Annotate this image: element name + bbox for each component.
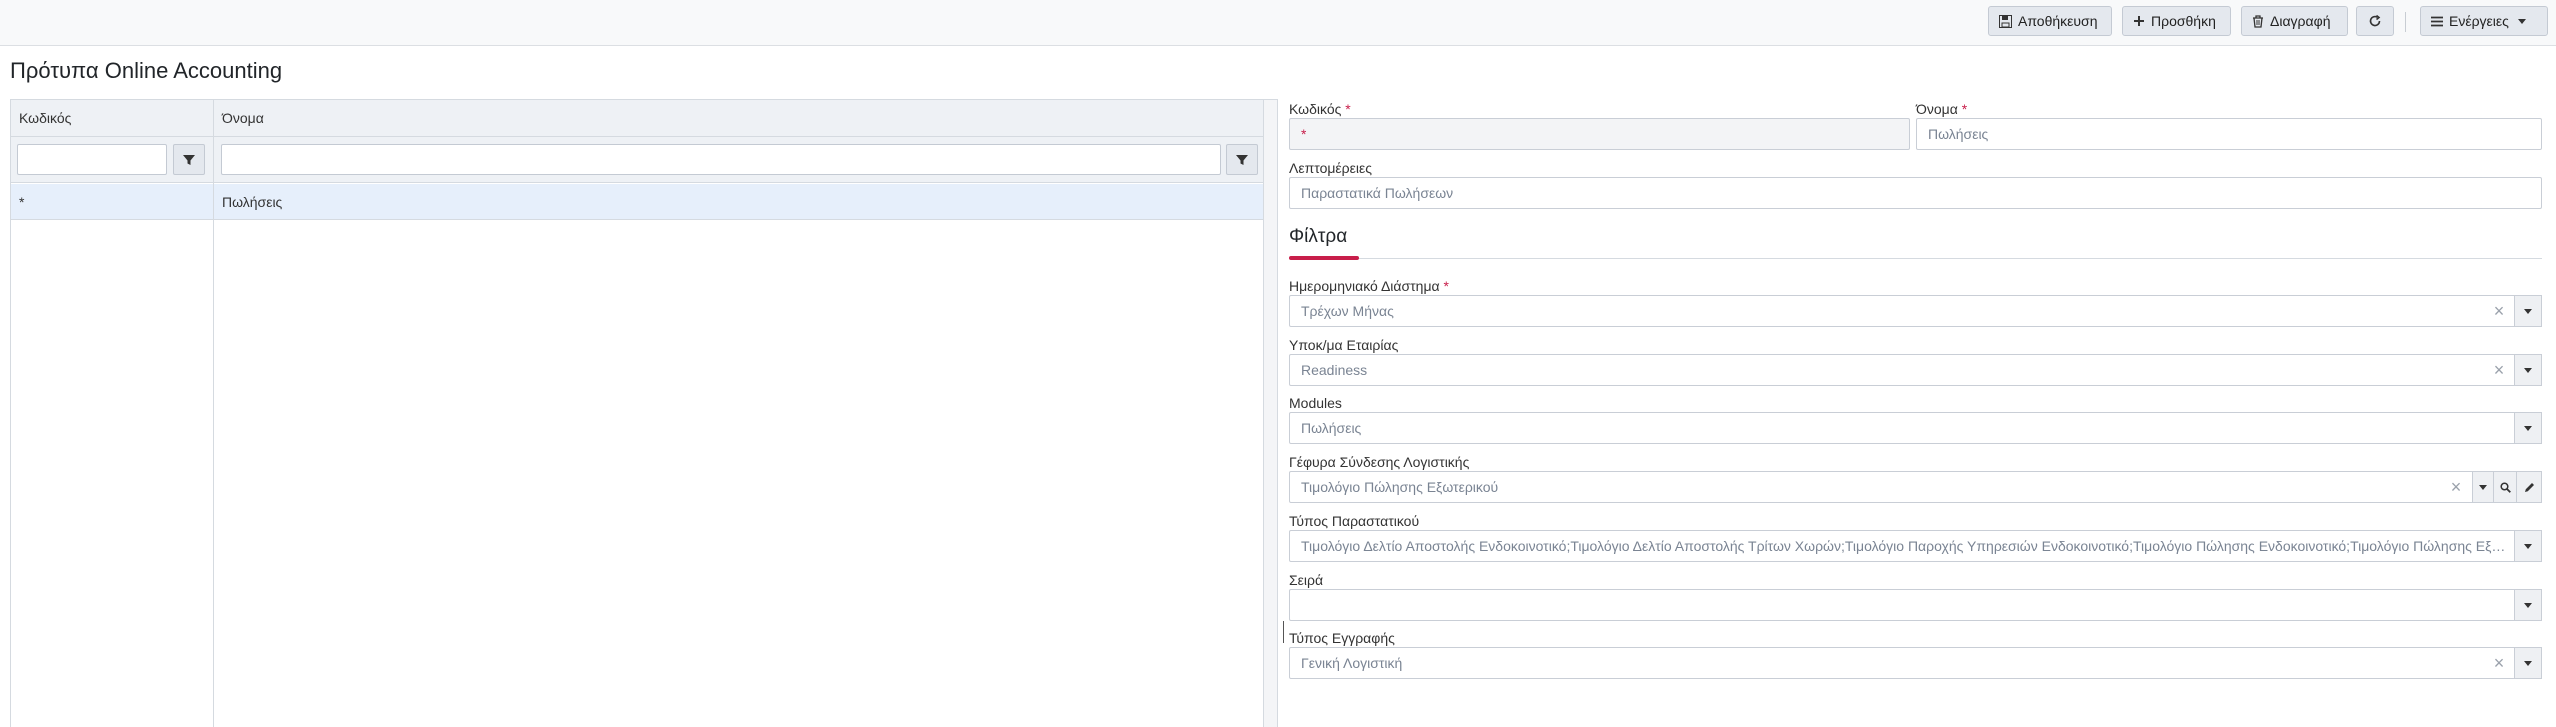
code-filter-input[interactable] <box>17 144 167 175</box>
code-label: Κωδικός * <box>1289 101 1351 117</box>
pencil-icon <box>2524 482 2534 492</box>
column-header-name[interactable]: Όνομα <box>214 100 1263 137</box>
details-field[interactable]: Παραστατικά Πωλήσεων <box>1289 177 2542 209</box>
templates-grid: Κωδικός Όνομα * Πωλήσεις <box>10 99 1278 727</box>
chevron-down-icon <box>2524 425 2532 431</box>
search-icon <box>2499 481 2511 493</box>
refresh-button[interactable] <box>2356 6 2394 36</box>
chevron-down-icon <box>2524 367 2532 373</box>
add-button[interactable]: Προσθήκη <box>2122 6 2231 36</box>
series-label: Σειρά <box>1289 572 1324 588</box>
clear-icon[interactable]: × <box>2491 296 2507 326</box>
refresh-icon <box>2369 14 2381 27</box>
code-field-value: * <box>1301 126 1307 142</box>
actions-dropdown-button[interactable]: Ενέργειες <box>2420 6 2548 36</box>
save-button-label: Αποθήκευση <box>2018 13 2098 29</box>
dropdown-button[interactable] <box>2514 295 2542 327</box>
plus-icon <box>2134 16 2144 26</box>
top-toolbar: Αποθήκευση Προσθήκη Διαγραφή Ενέργειες <box>0 0 2556 46</box>
search-button[interactable] <box>2493 471 2517 503</box>
floppy-disk-icon <box>1999 14 2012 28</box>
panel-splitter[interactable] <box>1277 99 1278 727</box>
details-label: Λεπτομέρειες <box>1289 160 1372 176</box>
dropdown-button[interactable] <box>2514 647 2542 679</box>
splitter-handle[interactable] <box>1283 621 1284 643</box>
modules-select[interactable]: Πωλήσεις <box>1289 412 2542 444</box>
dropdown-button[interactable] <box>2514 589 2542 621</box>
clear-icon[interactable]: × <box>2491 648 2507 678</box>
table-row[interactable]: * Πωλήσεις <box>11 184 1263 220</box>
details-field-value: Παραστατικά Πωλήσεων <box>1301 185 1454 201</box>
code-filter-button[interactable] <box>173 144 205 175</box>
chevron-down-icon <box>2524 602 2532 608</box>
code-field[interactable]: * <box>1289 118 1910 150</box>
filter-icon <box>1236 154 1248 165</box>
series-value <box>1301 590 2501 620</box>
document-type-select[interactable]: Τιμολόγιο Δελτίο Αποστολής Ενδοκοινοτικό… <box>1289 530 2542 562</box>
modules-value: Πωλήσεις <box>1301 420 1362 436</box>
name-label: Όνομα * <box>1916 101 1968 117</box>
document-type-label: Τύπος Παραστατικού <box>1289 513 1420 529</box>
document-type-value: Τιμολόγιο Δελτίο Αποστολής Ενδοκοινοτικό… <box>1301 538 2511 554</box>
series-select[interactable] <box>1289 589 2542 621</box>
cell-name: Πωλήσεις <box>222 194 283 210</box>
dropdown-button[interactable] <box>2514 354 2542 386</box>
edit-button[interactable] <box>2516 471 2542 503</box>
filter-icon <box>183 154 195 165</box>
company-branch-select[interactable]: Readiness × <box>1289 354 2542 386</box>
section-accent-bar <box>1289 256 1359 260</box>
chevron-down-icon <box>2524 660 2532 666</box>
name-field-value: Πωλήσεις <box>1928 126 1989 142</box>
accounting-bridge-select[interactable]: Τιμολόγιο Πώλησης Εξωτερικού × <box>1289 471 2542 503</box>
accounting-bridge-value: Τιμολόγιο Πώλησης Εξωτερικού <box>1301 479 1499 495</box>
section-divider <box>1289 258 2542 259</box>
add-button-label: Προσθήκη <box>2151 13 2216 29</box>
actions-button-label: Ενέργειες <box>2449 13 2509 29</box>
menu-icon <box>2431 16 2443 26</box>
date-range-select[interactable]: Τρέχων Μήνας × <box>1289 295 2542 327</box>
save-button[interactable]: Αποθήκευση <box>1988 6 2112 36</box>
entry-type-select[interactable]: Γενική Λογιστική × <box>1289 647 2542 679</box>
company-branch-value: Readiness <box>1301 362 1368 378</box>
dropdown-button[interactable] <box>2514 412 2542 444</box>
cell-code: * <box>19 194 25 210</box>
name-filter-button[interactable] <box>1226 144 1258 175</box>
name-field[interactable]: Πωλήσεις <box>1916 118 2542 150</box>
accounting-bridge-label: Γέφυρα Σύνδεσης Λογιστικής <box>1289 454 1470 470</box>
name-filter-input[interactable] <box>221 144 1221 175</box>
delete-button-label: Διαγραφή <box>2270 13 2331 29</box>
trash-icon <box>2253 14 2263 28</box>
column-header-code[interactable]: Κωδικός <box>11 100 213 137</box>
modules-label: Modules <box>1289 395 1342 411</box>
company-branch-label: Υποκ/μα Εταιρίας <box>1289 337 1399 353</box>
delete-button[interactable]: Διαγραφή <box>2241 6 2348 36</box>
page-title: Πρότυπα Online Accounting <box>10 58 283 83</box>
grid-scrollbar[interactable] <box>1263 100 1278 727</box>
chevron-down-icon <box>2479 484 2487 490</box>
grid-filter-row <box>11 137 1263 183</box>
clear-icon[interactable]: × <box>2448 472 2464 502</box>
dropdown-button[interactable] <box>2514 530 2542 562</box>
toolbar-divider <box>2405 12 2406 32</box>
column-divider <box>213 100 214 727</box>
date-range-label: Ημερομηνιακό Διάστημα * <box>1289 278 1449 294</box>
dropdown-button[interactable] <box>2472 471 2494 503</box>
grid-header: Κωδικός Όνομα <box>11 100 1263 137</box>
entry-type-label: Τύπος Εγγραφής <box>1289 630 1395 646</box>
entry-type-value: Γενική Λογιστική <box>1301 655 1403 671</box>
chevron-down-icon <box>2524 308 2532 314</box>
chevron-down-icon <box>2524 543 2532 549</box>
filters-section-title: Φίλτρα <box>1289 226 1348 247</box>
date-range-value: Τρέχων Μήνας <box>1301 303 1394 319</box>
chevron-down-icon <box>2517 18 2526 24</box>
clear-icon[interactable]: × <box>2491 355 2507 385</box>
